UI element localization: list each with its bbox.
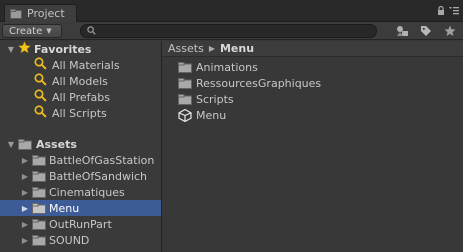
folder-battleofsandwich[interactable]: ▶ BattleOfSandwich (0, 168, 161, 184)
expand-arrow-icon[interactable]: ▶ (20, 172, 30, 181)
breadcrumb-current[interactable]: Menu (220, 42, 254, 55)
search-by-type-icon[interactable] (395, 24, 409, 38)
search-by-label-icon[interactable] (419, 24, 433, 38)
chevron-down-icon: ▼ (46, 27, 52, 35)
assets-header[interactable]: ▼ Assets (0, 136, 161, 152)
folder-outrunpart[interactable]: ▶ OutRunPart (0, 216, 161, 232)
project-window-icon (10, 8, 22, 19)
context-menu-icon[interactable] (449, 5, 459, 18)
search-icon (34, 105, 47, 121)
tab-controls (437, 5, 459, 18)
folder-icon (32, 170, 46, 182)
content-item-menu-scene[interactable]: Menu (178, 107, 226, 123)
favorite-item-label: All Materials (52, 58, 120, 72)
folder-label: BattleOfGasStation (49, 153, 155, 167)
create-button[interactable]: Create ▼ (2, 24, 62, 38)
tab-bar: Project (0, 0, 463, 22)
favorites-label: Favorites (34, 42, 92, 56)
create-button-label: Create (9, 25, 43, 37)
favorite-item-label: All Models (52, 74, 108, 88)
star-icon (18, 40, 31, 57)
favorites-header[interactable]: ▼ Favorites (0, 40, 161, 57)
breadcrumb-root[interactable]: Assets (168, 42, 204, 55)
favorite-item-label: All Prefabs (52, 90, 110, 104)
folder-icon (178, 61, 192, 73)
favorite-item-label: All Scripts (52, 106, 107, 120)
folder-icon (32, 154, 46, 166)
content-item-label: Menu (196, 108, 227, 122)
content-item-ressourcesgraphiques[interactable]: RessourcesGraphiques (178, 75, 321, 91)
expand-arrow-icon[interactable]: ▶ (20, 188, 30, 197)
search-input[interactable] (100, 25, 360, 37)
star-icon[interactable] (443, 24, 457, 38)
folder-battleofgasstation[interactable]: ▶ BattleOfGasStation (0, 152, 161, 168)
favorite-item-all-materials[interactable]: All Materials (0, 57, 161, 73)
folder-menu[interactable]: ▶ Menu (0, 200, 161, 216)
content-item-label: Scripts (196, 92, 234, 106)
content-item-label: Animations (196, 60, 258, 74)
expand-arrow-icon[interactable]: ▶ (20, 156, 30, 165)
search-icon (34, 73, 47, 89)
favorite-item-all-models[interactable]: All Models (0, 73, 161, 89)
unity-scene-icon (178, 108, 192, 122)
search-field[interactable] (80, 24, 377, 38)
tab-label: Project (27, 7, 65, 20)
folder-label: SOUND (49, 233, 90, 247)
search-icon (34, 57, 47, 73)
chevron-right-icon: ▶ (208, 44, 215, 53)
folder-label: Menu (49, 201, 80, 215)
folder-sound[interactable]: ▶ SOUND (0, 232, 161, 248)
folder-icon (32, 218, 46, 230)
expand-arrow-icon[interactable]: ▼ (6, 140, 16, 149)
expand-arrow-icon[interactable]: ▶ (20, 236, 30, 245)
folder-icon (32, 202, 46, 214)
folder-cinematiques[interactable]: ▶ Cinematiques (0, 184, 161, 200)
folder-icon (178, 93, 192, 105)
expand-arrow-icon[interactable]: ▶ (20, 220, 30, 229)
breadcrumb: Assets ▶ Menu (162, 41, 463, 57)
folder-label: BattleOfSandwich (49, 169, 148, 183)
folder-icon (18, 138, 32, 150)
content-item-scripts[interactable]: Scripts (178, 91, 234, 107)
expand-arrow-icon[interactable]: ▶ (20, 204, 30, 213)
tab-project[interactable]: Project (4, 4, 77, 22)
folder-tree-panel: ▼ Favorites All Materials All Models All… (0, 40, 161, 252)
assets-label: Assets (36, 137, 77, 151)
toolbar: Create ▼ (0, 22, 463, 40)
folder-label: OutRunPart (49, 217, 112, 231)
search-icon (87, 25, 96, 38)
folder-icon (32, 186, 46, 198)
folder-contents-panel: Assets ▶ Menu Animations RessourcesGraph… (162, 41, 463, 252)
favorite-item-all-prefabs[interactable]: All Prefabs (0, 89, 161, 105)
search-icon (34, 89, 47, 105)
lock-icon[interactable] (437, 5, 445, 18)
folder-label: Cinematiques (49, 185, 125, 199)
content-item-label: RessourcesGraphiques (196, 76, 322, 90)
favorite-item-all-scripts[interactable]: All Scripts (0, 105, 161, 121)
toolbar-filters (395, 24, 457, 38)
folder-icon (178, 77, 192, 89)
folder-icon (32, 234, 46, 246)
content-item-animations[interactable]: Animations (178, 59, 258, 75)
expand-arrow-icon[interactable]: ▼ (6, 45, 16, 54)
